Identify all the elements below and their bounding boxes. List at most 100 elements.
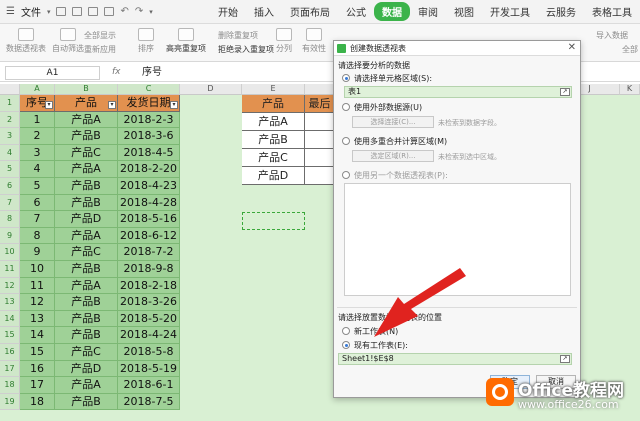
radio-select-range-label[interactable]: 请选择单元格区域(S): (354, 73, 432, 84)
table-cell[interactable]: 产品D (55, 211, 118, 228)
table-cell[interactable]: 2018-4-24 (118, 327, 180, 344)
radio-select-range[interactable] (342, 74, 350, 82)
summary-cell[interactable] (305, 131, 335, 149)
table-cell[interactable]: 9 (20, 244, 55, 261)
table-header-cell[interactable]: 序号 ▾ (20, 95, 55, 112)
radio-existing-sheet-label[interactable]: 现有工作表(E): (354, 340, 408, 351)
table-cell[interactable]: 产品D (55, 360, 118, 378)
tab-developer[interactable]: 开发工具 (482, 4, 538, 19)
tab-review[interactable]: 审阅 (410, 4, 446, 19)
row-header-7[interactable]: 7 (0, 194, 20, 212)
range-picker-icon[interactable]: ↗ (560, 88, 570, 96)
table-cell[interactable]: 16 (20, 360, 55, 378)
radio-other-pivot-label[interactable]: 使用另一个数据透视表(P): (354, 170, 448, 181)
menu-icon[interactable]: ☰ (6, 6, 15, 17)
table-cell[interactable]: 6 (20, 194, 55, 212)
table-cell[interactable]: 7 (20, 211, 55, 228)
radio-existing-sheet[interactable] (342, 341, 350, 349)
radio-external-source[interactable] (342, 103, 350, 111)
reject-duplicates-button[interactable]: 拒绝录入重复项 (218, 44, 274, 55)
table-cell[interactable]: 2018-5-16 (118, 211, 180, 228)
summary-cell[interactable]: 产品D (242, 167, 305, 185)
summary-cell[interactable]: 产品A (242, 113, 305, 131)
file-menu[interactable]: 文件 (21, 4, 41, 19)
existing-location-input[interactable]: Sheet1!$E$8 ↗ (338, 353, 572, 365)
table-header-cell[interactable]: 发货日期 ▾ (118, 95, 180, 112)
row-header-17[interactable]: 17 (0, 360, 20, 378)
table-cell[interactable]: 17 (20, 377, 55, 394)
row-header-13[interactable]: 13 (0, 294, 20, 311)
table-cell[interactable]: 2018-4-5 (118, 144, 180, 162)
save-icon[interactable] (56, 7, 67, 16)
table-cell[interactable]: 2018-6-12 (118, 227, 180, 245)
choose-connection-button[interactable]: 选择连接(C)... (352, 116, 434, 128)
validity-button[interactable]: 有效性 (302, 28, 326, 54)
table-cell[interactable]: 4 (20, 161, 55, 178)
table-cell[interactable]: 2018-3-26 (118, 294, 180, 311)
table-cell[interactable]: 5 (20, 178, 55, 195)
row-header-18[interactable]: 18 (0, 377, 20, 394)
summary-header-cell[interactable]: 产品 (242, 95, 305, 113)
summary-cell[interactable] (305, 167, 335, 185)
chevron-down-icon[interactable]: ▾ (47, 8, 51, 16)
tab-table-tools[interactable]: 表格工具 (584, 4, 640, 19)
tab-insert[interactable]: 插入 (246, 4, 282, 19)
row-header-5[interactable]: 5 (0, 161, 20, 178)
radio-other-pivot[interactable] (342, 171, 350, 179)
table-cell[interactable]: 18 (20, 393, 55, 411)
table-cell[interactable]: 2018-5-8 (118, 344, 180, 361)
table-cell[interactable]: 2018-6-1 (118, 377, 180, 394)
table-cell[interactable]: 2018-5-19 (118, 360, 180, 378)
table-cell[interactable]: 产品C (55, 144, 118, 162)
undo-icon[interactable]: ↶ (120, 6, 128, 17)
tab-formulas[interactable]: 公式 (338, 4, 374, 19)
pivot-table-button[interactable]: 数据透视表 (6, 28, 46, 54)
redo-icon[interactable]: ↷ (135, 6, 143, 17)
table-cell[interactable]: 2018-7-2 (118, 244, 180, 261)
pivot-list[interactable] (344, 183, 571, 296)
choose-region-button[interactable]: 选定区域(R)... (352, 150, 434, 162)
table-cell[interactable]: 14 (20, 327, 55, 344)
table-cell[interactable]: 产品A (55, 377, 118, 394)
filter-dropdown-icon[interactable]: ▾ (170, 100, 178, 109)
table-cell[interactable]: 产品C (55, 344, 118, 361)
fx-icon[interactable]: fx (112, 67, 121, 77)
table-cell[interactable]: 产品B (55, 194, 118, 212)
table-cell[interactable]: 产品A (55, 111, 118, 129)
column-header-k[interactable]: K (620, 84, 640, 95)
column-header-b[interactable]: B (55, 84, 118, 95)
table-cell[interactable]: 8 (20, 227, 55, 245)
chevron-down-icon[interactable]: ▾ (149, 8, 153, 16)
highlight-duplicates-button[interactable]: 高亮重复项 (166, 28, 206, 54)
row-header-6[interactable]: 6 (0, 178, 20, 195)
tab-home[interactable]: 开始 (210, 4, 246, 19)
table-cell[interactable]: 产品B (55, 327, 118, 344)
filter-dropdown-icon[interactable]: ▾ (45, 100, 53, 109)
radio-new-sheet[interactable] (342, 327, 350, 335)
table-cell[interactable]: 产品B (55, 178, 118, 195)
autofilter-button[interactable]: 自动筛选 (52, 28, 84, 54)
summary-header-cell[interactable]: 最后 (305, 95, 335, 113)
summary-cell[interactable] (305, 113, 335, 131)
tab-cloud[interactable]: 云服务 (538, 4, 584, 19)
row-header-16[interactable]: 16 (0, 344, 20, 361)
select-all-corner[interactable] (0, 84, 20, 95)
reapply-button[interactable]: 重新应用 (84, 44, 116, 55)
table-cell[interactable]: 2018-5-20 (118, 310, 180, 328)
all-button[interactable]: 全部 (622, 44, 638, 55)
table-cell[interactable]: 2018-4-28 (118, 194, 180, 212)
column-header-e[interactable]: E (242, 84, 305, 95)
close-icon[interactable]: ✕ (568, 42, 576, 53)
table-cell[interactable]: 3 (20, 144, 55, 162)
column-header-d[interactable]: D (180, 84, 242, 95)
table-cell[interactable]: 产品B (55, 261, 118, 278)
radio-multi-range-label[interactable]: 使用多重合并计算区域(M) (354, 136, 447, 147)
preview-icon[interactable] (88, 7, 99, 16)
table-cell[interactable]: 2018-3-6 (118, 128, 180, 145)
column-header-c[interactable]: C (118, 84, 180, 95)
table-cell[interactable]: 产品A (55, 161, 118, 178)
row-header-4[interactable]: 4 (0, 144, 20, 162)
table-cell[interactable]: 2018-9-8 (118, 261, 180, 278)
table-cell[interactable]: 产品C (55, 244, 118, 261)
table-cell[interactable]: 2018-2-3 (118, 111, 180, 129)
